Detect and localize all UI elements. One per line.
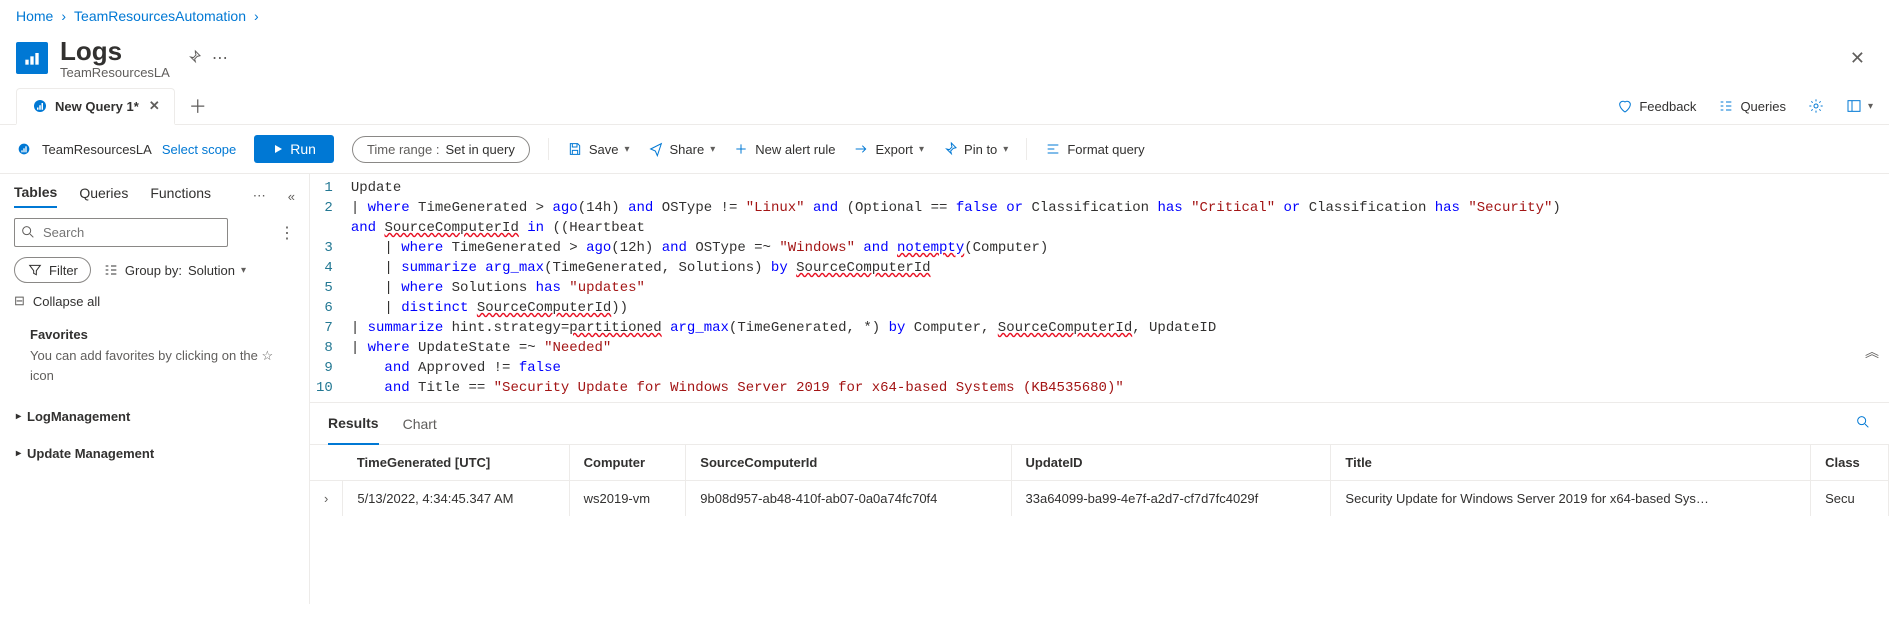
divider bbox=[1026, 138, 1027, 160]
sidebar-more-icon[interactable]: ⋯ bbox=[253, 188, 266, 204]
layout-icon bbox=[1846, 98, 1862, 114]
cell-sourcecomputerid: 9b08d957-ab48-410f-ab07-0a0a74fc70f4 bbox=[686, 481, 1011, 517]
format-query-button[interactable]: Format query bbox=[1045, 141, 1144, 157]
more-icon[interactable]: ⋯ bbox=[212, 48, 228, 68]
divider bbox=[548, 138, 549, 160]
chevron-right-icon: ▸ bbox=[16, 448, 21, 459]
time-range-picker[interactable]: Time range : Set in query bbox=[352, 136, 530, 163]
sidebar-tab-queries[interactable]: Queries bbox=[79, 185, 128, 207]
chevron-right-icon: › bbox=[254, 8, 259, 24]
col-sourcecomputerid[interactable]: SourceComputerId bbox=[686, 445, 1011, 481]
results-tab-chart[interactable]: Chart bbox=[403, 404, 437, 444]
sidebar-search-input[interactable] bbox=[14, 218, 228, 247]
export-icon bbox=[853, 141, 869, 157]
share-button[interactable]: Share▾ bbox=[648, 141, 716, 157]
cell-classification: Secu bbox=[1811, 481, 1889, 517]
results-tab-results[interactable]: Results bbox=[328, 403, 379, 445]
query-tabstrip: New Query 1* ✕ ＋ Feedback Queries ▾ bbox=[0, 88, 1889, 125]
code-area[interactable]: Update| where TimeGenerated > ago(14h) a… bbox=[343, 174, 1569, 402]
chevron-right-icon: ▸ bbox=[16, 411, 21, 422]
line-gutter: 12 345678910 bbox=[310, 174, 343, 402]
col-updateid[interactable]: UpdateID bbox=[1011, 445, 1331, 481]
breadcrumb-home[interactable]: Home bbox=[16, 8, 53, 24]
table-row[interactable]: › 5/13/2022, 4:34:45.347 AM ws2019-vm 9b… bbox=[310, 481, 1889, 517]
queries-button[interactable]: Queries bbox=[1718, 98, 1786, 114]
select-scope-link[interactable]: Select scope bbox=[162, 142, 236, 157]
cell-timegenerated: 5/13/2022, 4:34:45.347 AM bbox=[343, 481, 569, 517]
tree-item-updatemanagement[interactable]: ▸ Update Management bbox=[14, 440, 295, 467]
filter-button[interactable]: Filter bbox=[14, 257, 91, 283]
group-by-selector[interactable]: Group by: Solution ▾ bbox=[103, 262, 246, 278]
feedback-button[interactable]: Feedback bbox=[1617, 98, 1696, 114]
col-title[interactable]: Title bbox=[1331, 445, 1811, 481]
expand-row-icon[interactable]: › bbox=[310, 481, 343, 517]
breadcrumb: Home › TeamResourcesAutomation › bbox=[0, 0, 1889, 32]
close-icon[interactable]: ✕ bbox=[1842, 44, 1873, 73]
query-icon bbox=[31, 97, 49, 115]
format-icon bbox=[1045, 141, 1061, 157]
sidebar-tab-tables[interactable]: Tables bbox=[14, 184, 57, 208]
scroll-top-icon[interactable]: ︽ bbox=[1865, 344, 1879, 364]
settings-button[interactable] bbox=[1808, 98, 1824, 114]
new-alert-button[interactable]: New alert rule bbox=[733, 141, 835, 157]
save-icon bbox=[567, 141, 583, 157]
query-editor[interactable]: 12 345678910 Update| where TimeGenerated… bbox=[310, 174, 1889, 402]
panel-layout-button[interactable]: ▾ bbox=[1846, 98, 1873, 114]
collapse-sidebar-icon[interactable]: « bbox=[288, 189, 295, 204]
pin-icon bbox=[942, 141, 958, 157]
page-header: Logs TeamResourcesLA ⋯ ✕ bbox=[0, 32, 1889, 88]
results-search-icon[interactable] bbox=[1855, 414, 1871, 433]
cell-computer: ws2019-vm bbox=[569, 481, 686, 517]
results-tabstrip: Results Chart bbox=[310, 402, 1889, 445]
play-icon bbox=[272, 143, 284, 155]
query-toolbar: TeamResourcesLA Select scope Run Time ra… bbox=[0, 125, 1889, 174]
results-table: TimeGenerated [UTC] Computer SourceCompu… bbox=[310, 445, 1889, 516]
export-button[interactable]: Export▾ bbox=[853, 141, 924, 157]
collapse-icon: ⊟ bbox=[14, 293, 25, 309]
col-classification[interactable]: Class bbox=[1811, 445, 1889, 481]
group-icon bbox=[103, 262, 119, 278]
page-title: Logs bbox=[60, 36, 170, 67]
tab-close-icon[interactable]: ✕ bbox=[149, 98, 160, 114]
favorites-hint: You can add favorites by clicking on the… bbox=[14, 346, 295, 393]
col-computer[interactable]: Computer bbox=[569, 445, 686, 481]
plus-icon bbox=[733, 141, 749, 157]
col-timegenerated[interactable]: TimeGenerated [UTC] bbox=[343, 445, 569, 481]
save-button[interactable]: Save▾ bbox=[567, 141, 630, 157]
funnel-icon bbox=[27, 262, 43, 278]
tab-label: New Query 1* bbox=[55, 99, 139, 114]
heart-icon bbox=[1617, 98, 1633, 114]
cell-title: Security Update for Windows Server 2019 … bbox=[1331, 481, 1811, 517]
search-options-icon[interactable]: ⋮ bbox=[279, 223, 295, 243]
favorites-heading: Favorites bbox=[14, 319, 295, 346]
logs-icon bbox=[16, 42, 48, 74]
tab-new-query[interactable]: New Query 1* ✕ bbox=[16, 88, 175, 125]
search-icon bbox=[20, 224, 36, 243]
collapse-all-button[interactable]: ⊟ Collapse all bbox=[14, 293, 295, 309]
tree-item-logmanagement[interactable]: ▸ LogManagement bbox=[14, 403, 295, 430]
sidebar-tab-functions[interactable]: Functions bbox=[150, 185, 211, 207]
pin-icon[interactable] bbox=[186, 49, 202, 68]
run-button[interactable]: Run bbox=[254, 135, 334, 163]
workspace-icon bbox=[16, 141, 32, 157]
scope-name: TeamResourcesLA bbox=[42, 142, 152, 157]
chevron-right-icon: › bbox=[61, 8, 66, 24]
breadcrumb-resource[interactable]: TeamResourcesAutomation bbox=[74, 8, 246, 24]
gear-icon bbox=[1808, 98, 1824, 114]
table-header-row: TimeGenerated [UTC] Computer SourceCompu… bbox=[310, 445, 1889, 481]
page-subtitle: TeamResourcesLA bbox=[60, 65, 170, 80]
sidebar: Tables Queries Functions ⋯ « ⋮ Filter Gr… bbox=[0, 174, 310, 604]
list-icon bbox=[1718, 98, 1734, 114]
cell-updateid: 33a64099-ba99-4e7f-a2d7-cf7d7fc4029f bbox=[1011, 481, 1331, 517]
pin-to-button[interactable]: Pin to▾ bbox=[942, 141, 1008, 157]
add-tab-button[interactable]: ＋ bbox=[189, 93, 207, 119]
share-icon bbox=[648, 141, 664, 157]
